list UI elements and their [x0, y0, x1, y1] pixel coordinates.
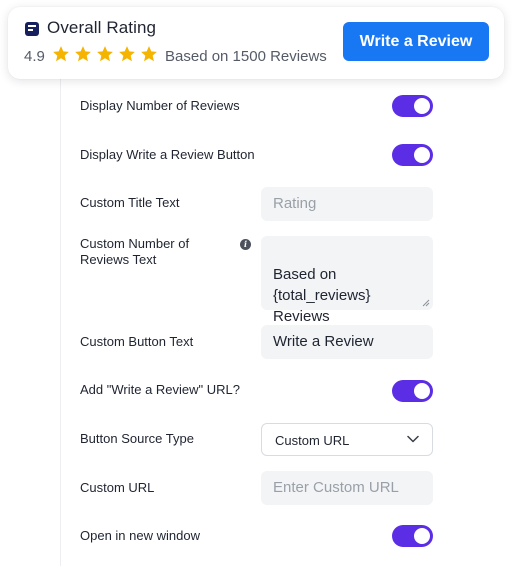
- display-number-of-reviews-toggle[interactable]: [392, 95, 433, 117]
- custom-url-input[interactable]: Enter Custom URL: [261, 471, 433, 505]
- card-title: Overall Rating: [47, 18, 157, 37]
- star-icon: [75, 46, 91, 62]
- star-icon: [141, 46, 157, 62]
- custom-number-of-reviews-textarea[interactable]: Based on {total_reviews} Reviews: [261, 236, 433, 325]
- add-write-review-url-toggle[interactable]: [392, 380, 433, 402]
- custom-url-label: Custom URL: [80, 480, 155, 495]
- write-review-button[interactable]: Write a Review: [343, 22, 489, 61]
- display-write-review-button-label: Display Write a Review Button: [80, 147, 255, 162]
- star-icon: [119, 46, 135, 62]
- display-write-review-button-toggle[interactable]: [392, 144, 433, 166]
- custom-number-of-reviews-label: Custom Number of Reviews Text: [80, 236, 190, 267]
- star-icon: [97, 46, 113, 62]
- custom-title-text-input[interactable]: Rating: [261, 187, 433, 221]
- chevron-down-icon: [407, 435, 419, 443]
- open-in-new-window-label: Open in new window: [80, 528, 200, 543]
- custom-button-text-label: Custom Button Text: [80, 334, 194, 349]
- toggle-knob: [414, 528, 430, 544]
- star-rating: [52, 45, 158, 63]
- rating-preview-card: Overall Rating 4.9 Based on 1500 Reviews…: [8, 7, 504, 79]
- toggle-knob: [414, 147, 430, 163]
- rating-value: 4.9: [24, 48, 45, 65]
- logo-icon: [25, 22, 39, 36]
- button-source-type-select[interactable]: Custom URL: [261, 423, 433, 456]
- button-source-type-label: Button Source Type: [80, 431, 194, 446]
- star-icon: [53, 46, 69, 62]
- custom-title-text-label: Custom Title Text: [80, 195, 180, 210]
- resize-icon[interactable]: [422, 299, 430, 307]
- display-number-of-reviews-label: Display Number of Reviews: [80, 98, 240, 113]
- toggle-knob: [414, 98, 430, 114]
- open-in-new-window-toggle[interactable]: [392, 525, 433, 547]
- info-icon[interactable]: i: [240, 239, 251, 250]
- panel-divider: [60, 70, 61, 566]
- select-value: Custom URL: [275, 433, 350, 448]
- add-write-review-url-label: Add "Write a Review" URL?: [80, 382, 240, 397]
- textarea-value: Based on {total_reviews} Reviews: [273, 266, 371, 325]
- toggle-knob: [414, 383, 430, 399]
- reviews-count-text: Based on 1500 Reviews: [165, 48, 327, 65]
- custom-button-text-input[interactable]: Write a Review: [261, 325, 433, 359]
